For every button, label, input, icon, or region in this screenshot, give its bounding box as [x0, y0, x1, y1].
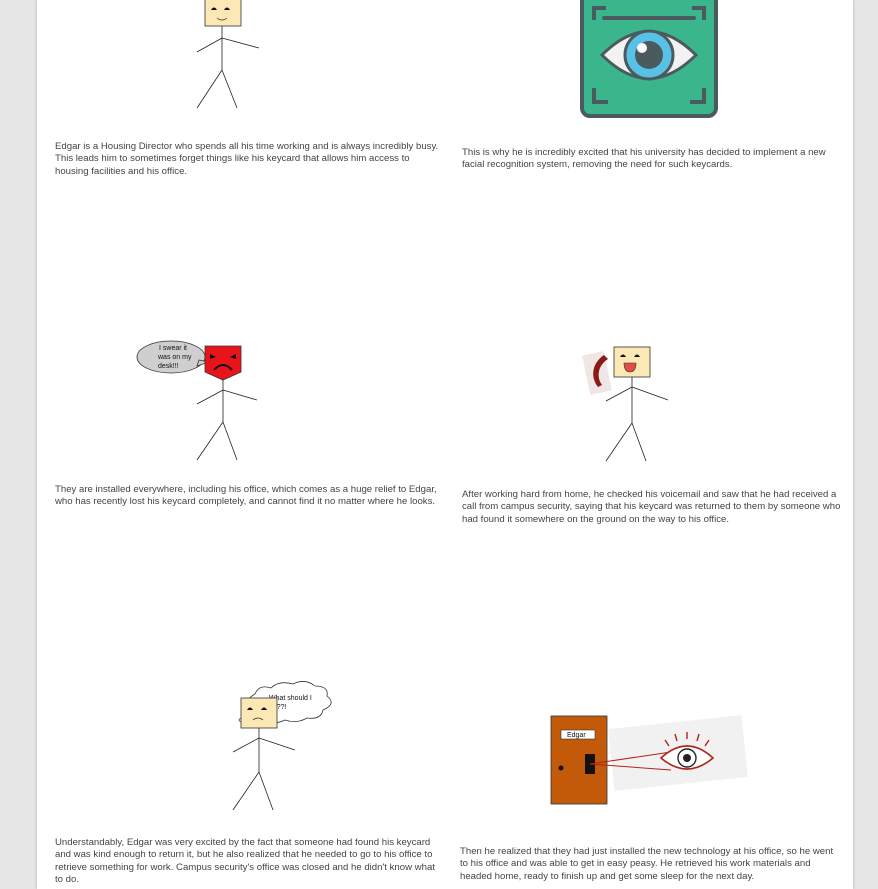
face	[204, 0, 242, 27]
angry-edgar-figure	[196, 345, 258, 461]
door-knob	[558, 765, 564, 771]
phone-icon	[582, 351, 612, 395]
speech-bubble-line-3: desk!!!	[158, 363, 179, 370]
panel-6-illustration: Edgar	[550, 715, 748, 805]
speech-bubble-line-2: was on my	[157, 354, 192, 361]
edgar-figure	[196, 0, 260, 109]
happy-edgar-figure	[605, 346, 669, 462]
panel-1-caption: Edgar is a Housing Director who spends a…	[55, 141, 439, 177]
panel-1-illustration	[196, 0, 260, 109]
speech-bubble: I swear it was on my desk!!!	[136, 340, 211, 374]
panel-2-illustration	[580, 0, 718, 118]
door-nameplate: Edgar	[567, 732, 586, 739]
speech-bubble-line-1: I swear it	[159, 345, 187, 352]
panel-6-caption: Then he realized that they had just inst…	[460, 846, 834, 882]
panel-5-caption: Understandably, Edgar was very excited b…	[55, 837, 435, 885]
document-page: Edgar is a Housing Director who spends a…	[37, 0, 853, 889]
panel-5-illustration: What should I do??!	[232, 681, 332, 811]
panel-3-caption: They are installed everywhere, including…	[55, 484, 437, 508]
face-scanner-icon	[580, 0, 718, 118]
panel-3-illustration: I swear it was on my desk!!!	[136, 340, 258, 461]
panel-4-illustration	[582, 346, 669, 462]
panel-2-caption: This is why he is incredibly excited tha…	[462, 147, 826, 171]
panel-4-caption: After working hard from home, he checked…	[462, 489, 841, 525]
